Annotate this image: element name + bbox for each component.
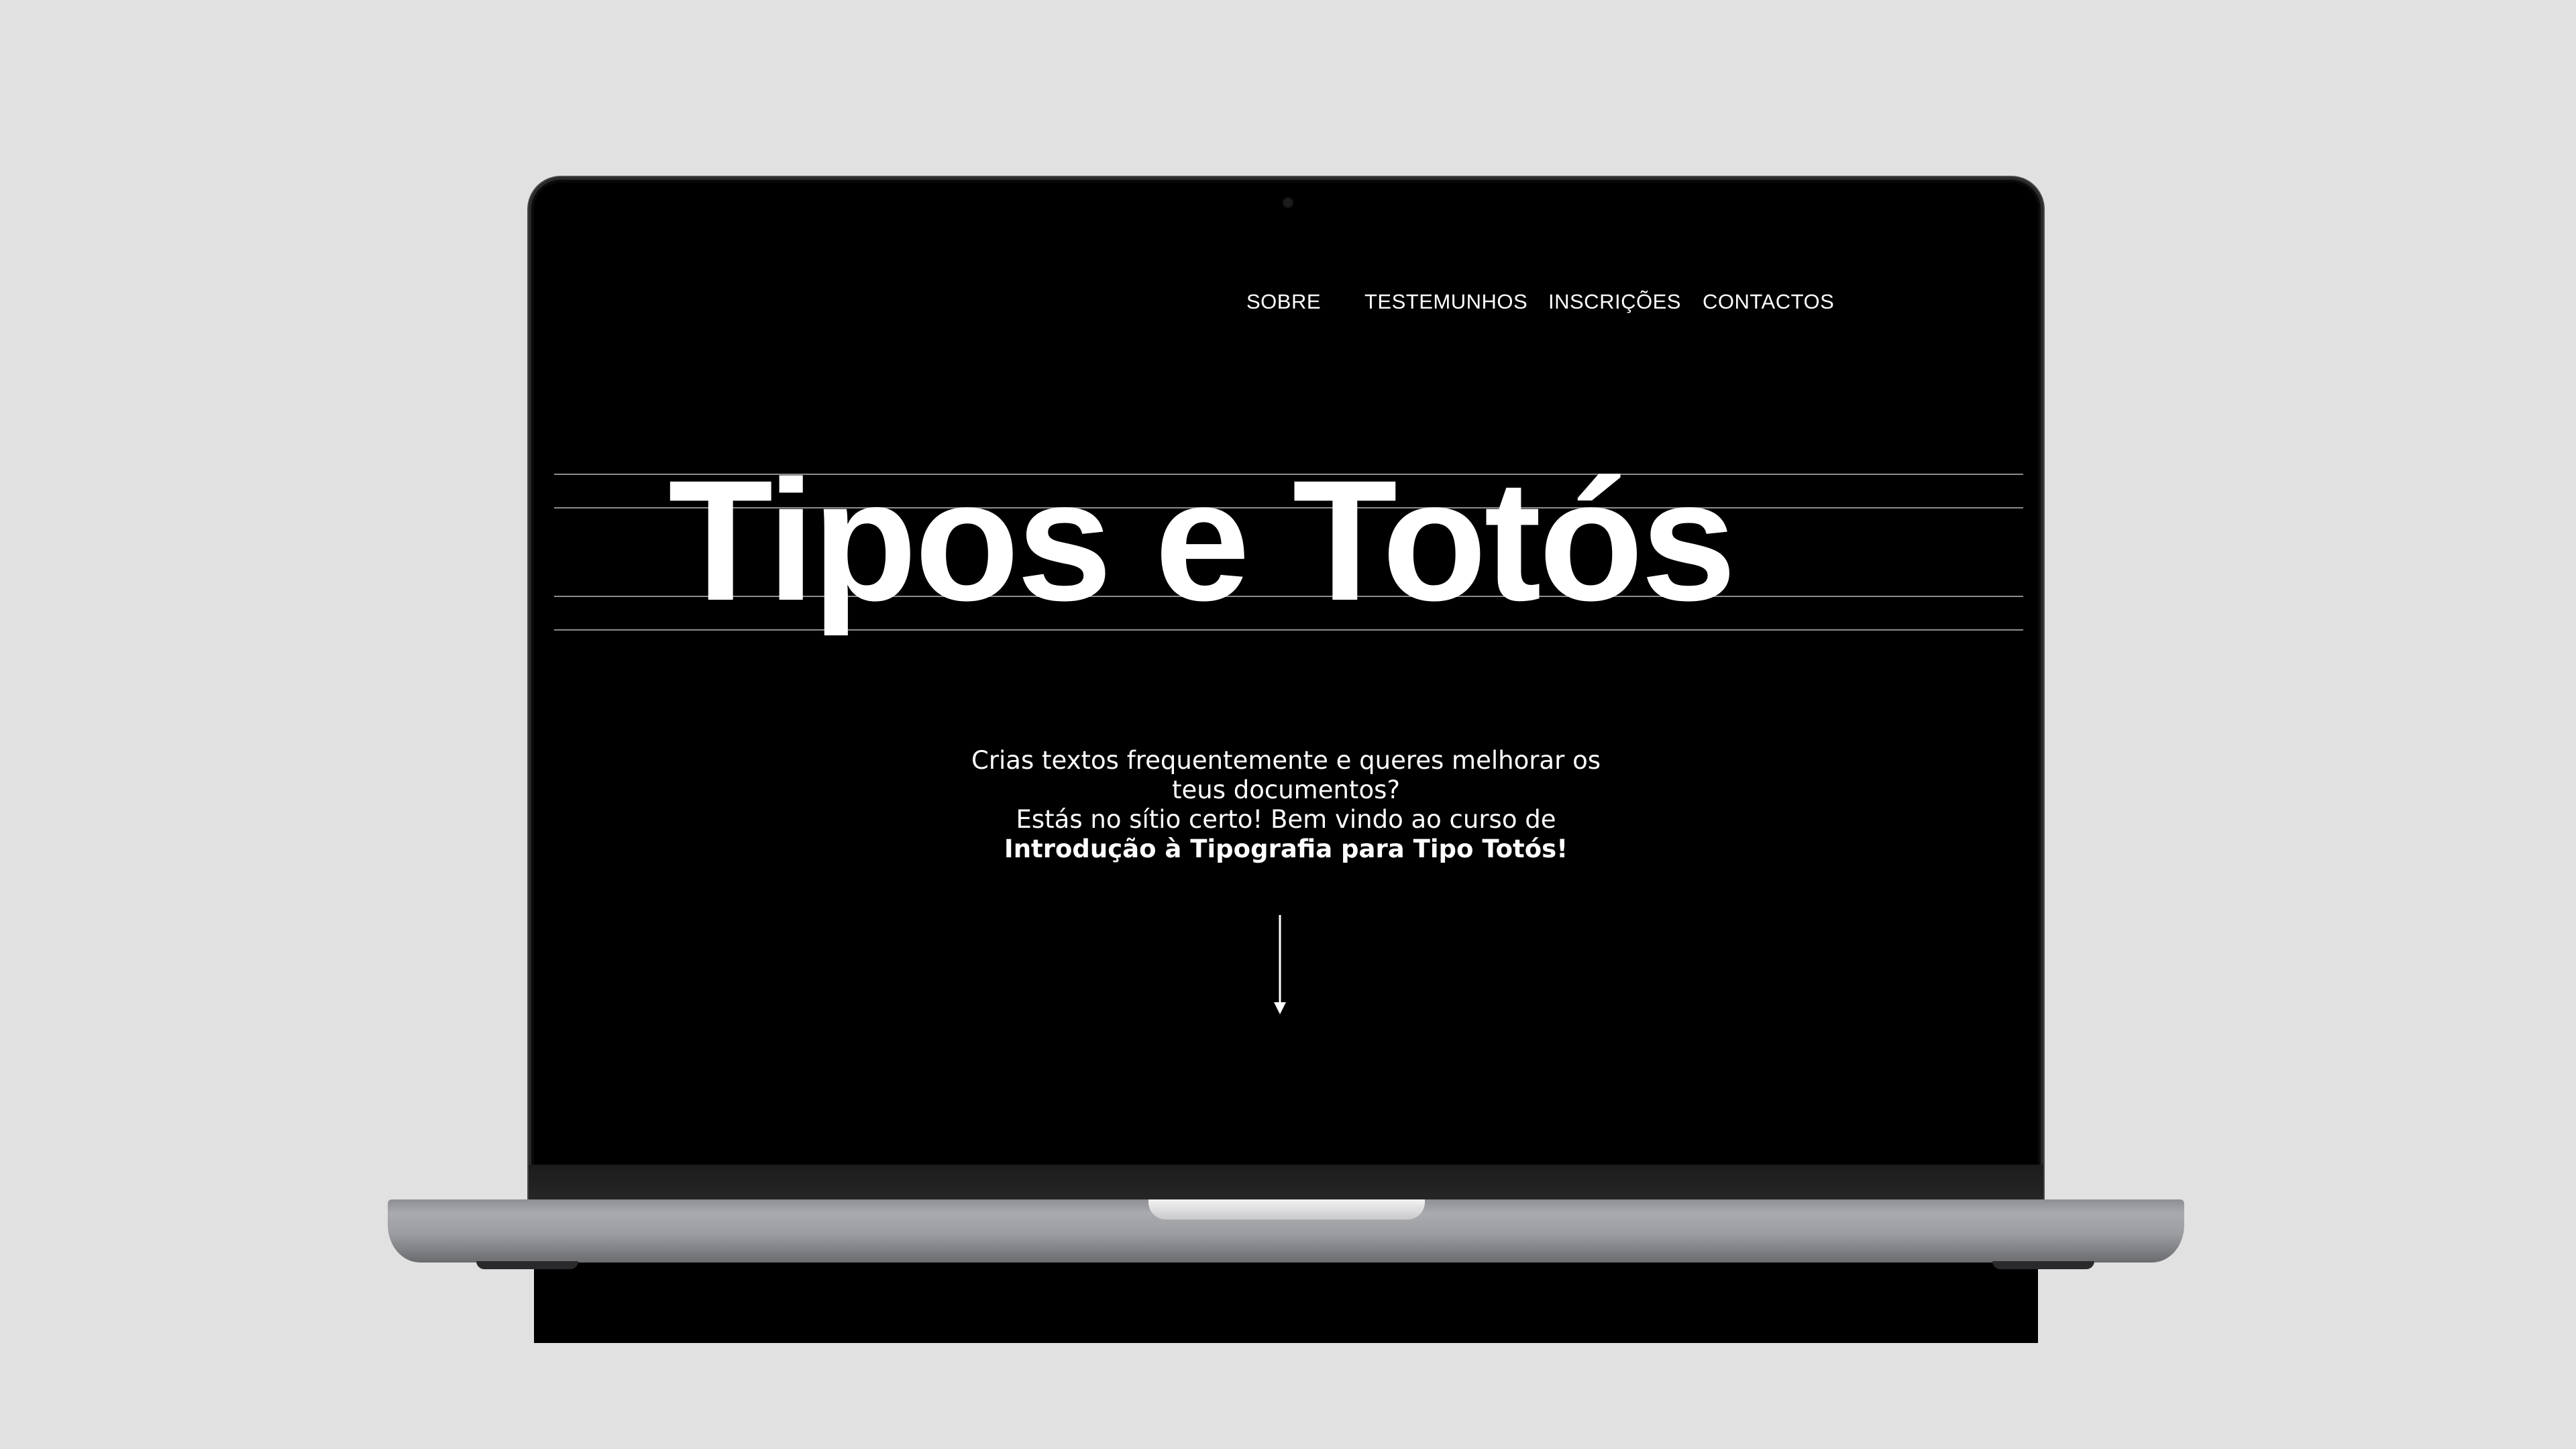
top-navigation: SOBRE TESTEMUNHOS INSCRIÇÕES CONTACTOS (534, 290, 2038, 330)
laptop-lid: SOBRE TESTEMUNHOS INSCRIÇÕES CONTACTOS T… (529, 177, 2043, 1343)
arrow-down-icon[interactable] (1272, 915, 1288, 1016)
course-name: Introdução à Tipografia para Tipo Totós! (1004, 835, 1568, 863)
screen-chin (529, 1165, 2043, 1201)
intro-line-2: teus documentos? (1172, 775, 1400, 804)
intro-line-1: Crias textos frequentemente e queres mel… (971, 746, 1601, 775)
nav-item-contactos[interactable]: CONTACTOS (1703, 290, 1834, 314)
laptop-base (388, 1199, 2184, 1263)
intro-text: Crias textos frequentemente e queres mel… (534, 746, 2038, 864)
intro-line-3: Estás no sítio certo! Bem vindo ao curso… (1016, 805, 1556, 834)
opening-notch (1148, 1199, 1425, 1220)
mockup-stage: SOBRE TESTEMUNHOS INSCRIÇÕES CONTACTOS T… (0, 0, 2576, 1449)
laptop-foot-left (476, 1261, 578, 1269)
nav-item-sobre[interactable]: SOBRE (1246, 290, 1321, 314)
camera-icon (1284, 199, 1292, 207)
nav-item-inscricoes[interactable]: INSCRIÇÕES (1548, 290, 1681, 314)
nav-item-testemunhos[interactable]: TESTEMUNHOS (1364, 290, 1527, 314)
laptop-foot-right (1992, 1261, 2094, 1269)
hero-title: Tipos e Totós (668, 445, 1736, 637)
